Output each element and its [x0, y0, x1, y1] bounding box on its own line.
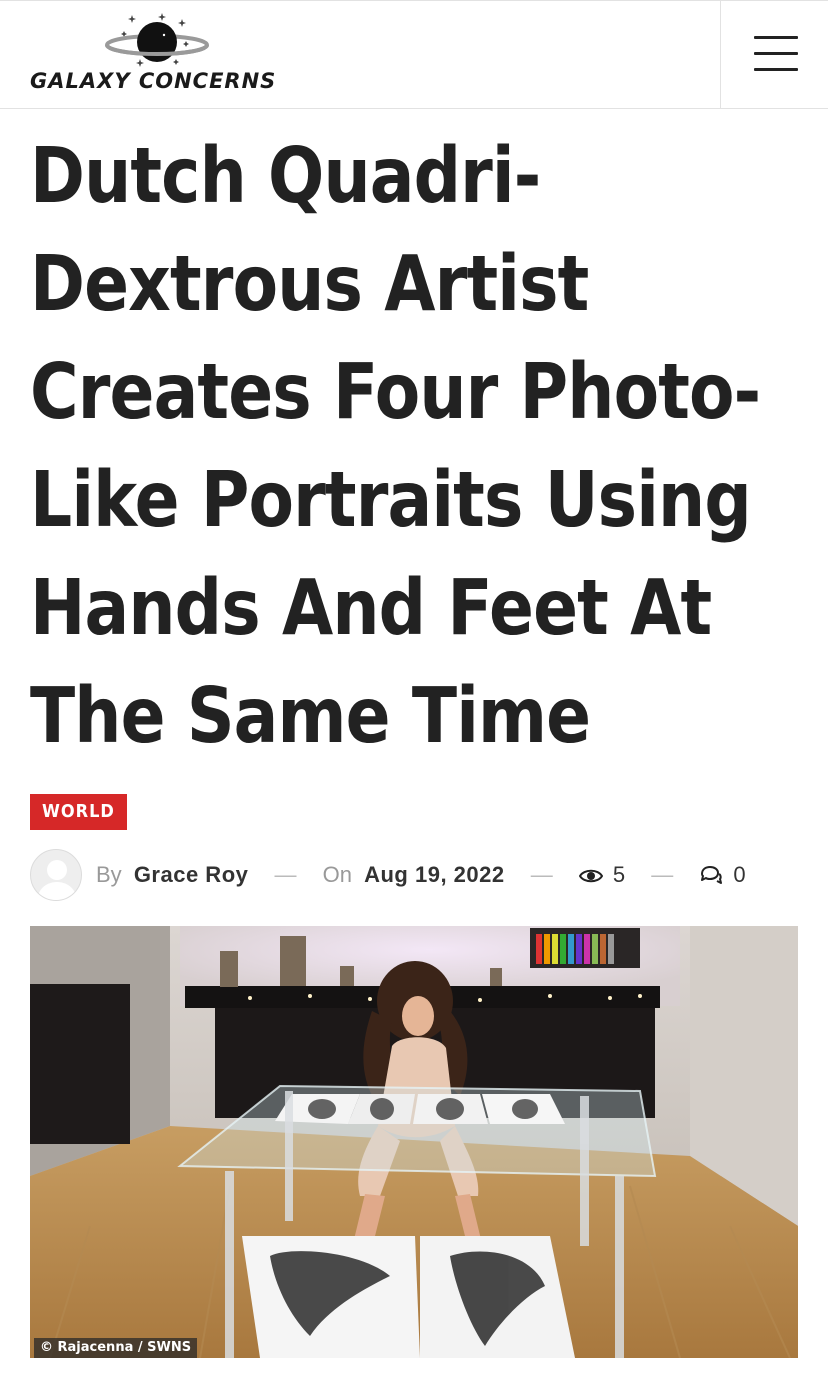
eye-icon [578, 869, 603, 883]
image-credit: © Rajacenna / SWNS [34, 1338, 198, 1358]
site-name: GALAXY CONCERNS [30, 69, 277, 93]
meta-separator: — [651, 862, 674, 887]
article-hero-image: © Rajacenna / SWNS [30, 926, 798, 1358]
view-count: 5 [612, 862, 626, 887]
meta-separator: — [530, 862, 553, 887]
user-silhouette-icon [37, 860, 77, 900]
comment-count[interactable]: 0 [733, 862, 745, 887]
meta-row: By Grace Roy — On Aug 19, 2022 — 5 — 0 [96, 861, 746, 889]
site-header: GALAXY CONCERNS [0, 0, 828, 109]
author-prefix: By [96, 862, 122, 887]
site-logo[interactable]: GALAXY CONCERNS [30, 11, 292, 97]
article-meta: By Grace Roy — On Aug 19, 2022 — 5 — 0 [30, 849, 800, 901]
hamburger-menu-icon [754, 36, 798, 39]
article-title: Dutch Quadri-Dextrous Artist Creates Fou… [30, 132, 761, 761]
hamburger-menu-icon-line [754, 52, 798, 55]
category-badge[interactable]: WORLD [30, 794, 127, 830]
hamburger-menu-icon-line [754, 68, 798, 71]
planet-logo-icon [105, 13, 209, 67]
date-prefix: On [322, 862, 352, 887]
artist-photo [30, 926, 798, 1358]
comment-icon[interactable] [699, 865, 723, 885]
author-name[interactable]: Grace Roy [134, 862, 249, 887]
author-avatar[interactable] [30, 849, 82, 901]
meta-separator: — [274, 862, 297, 887]
menu-button[interactable] [720, 1, 828, 109]
publish-date: Aug 19, 2022 [364, 862, 505, 887]
